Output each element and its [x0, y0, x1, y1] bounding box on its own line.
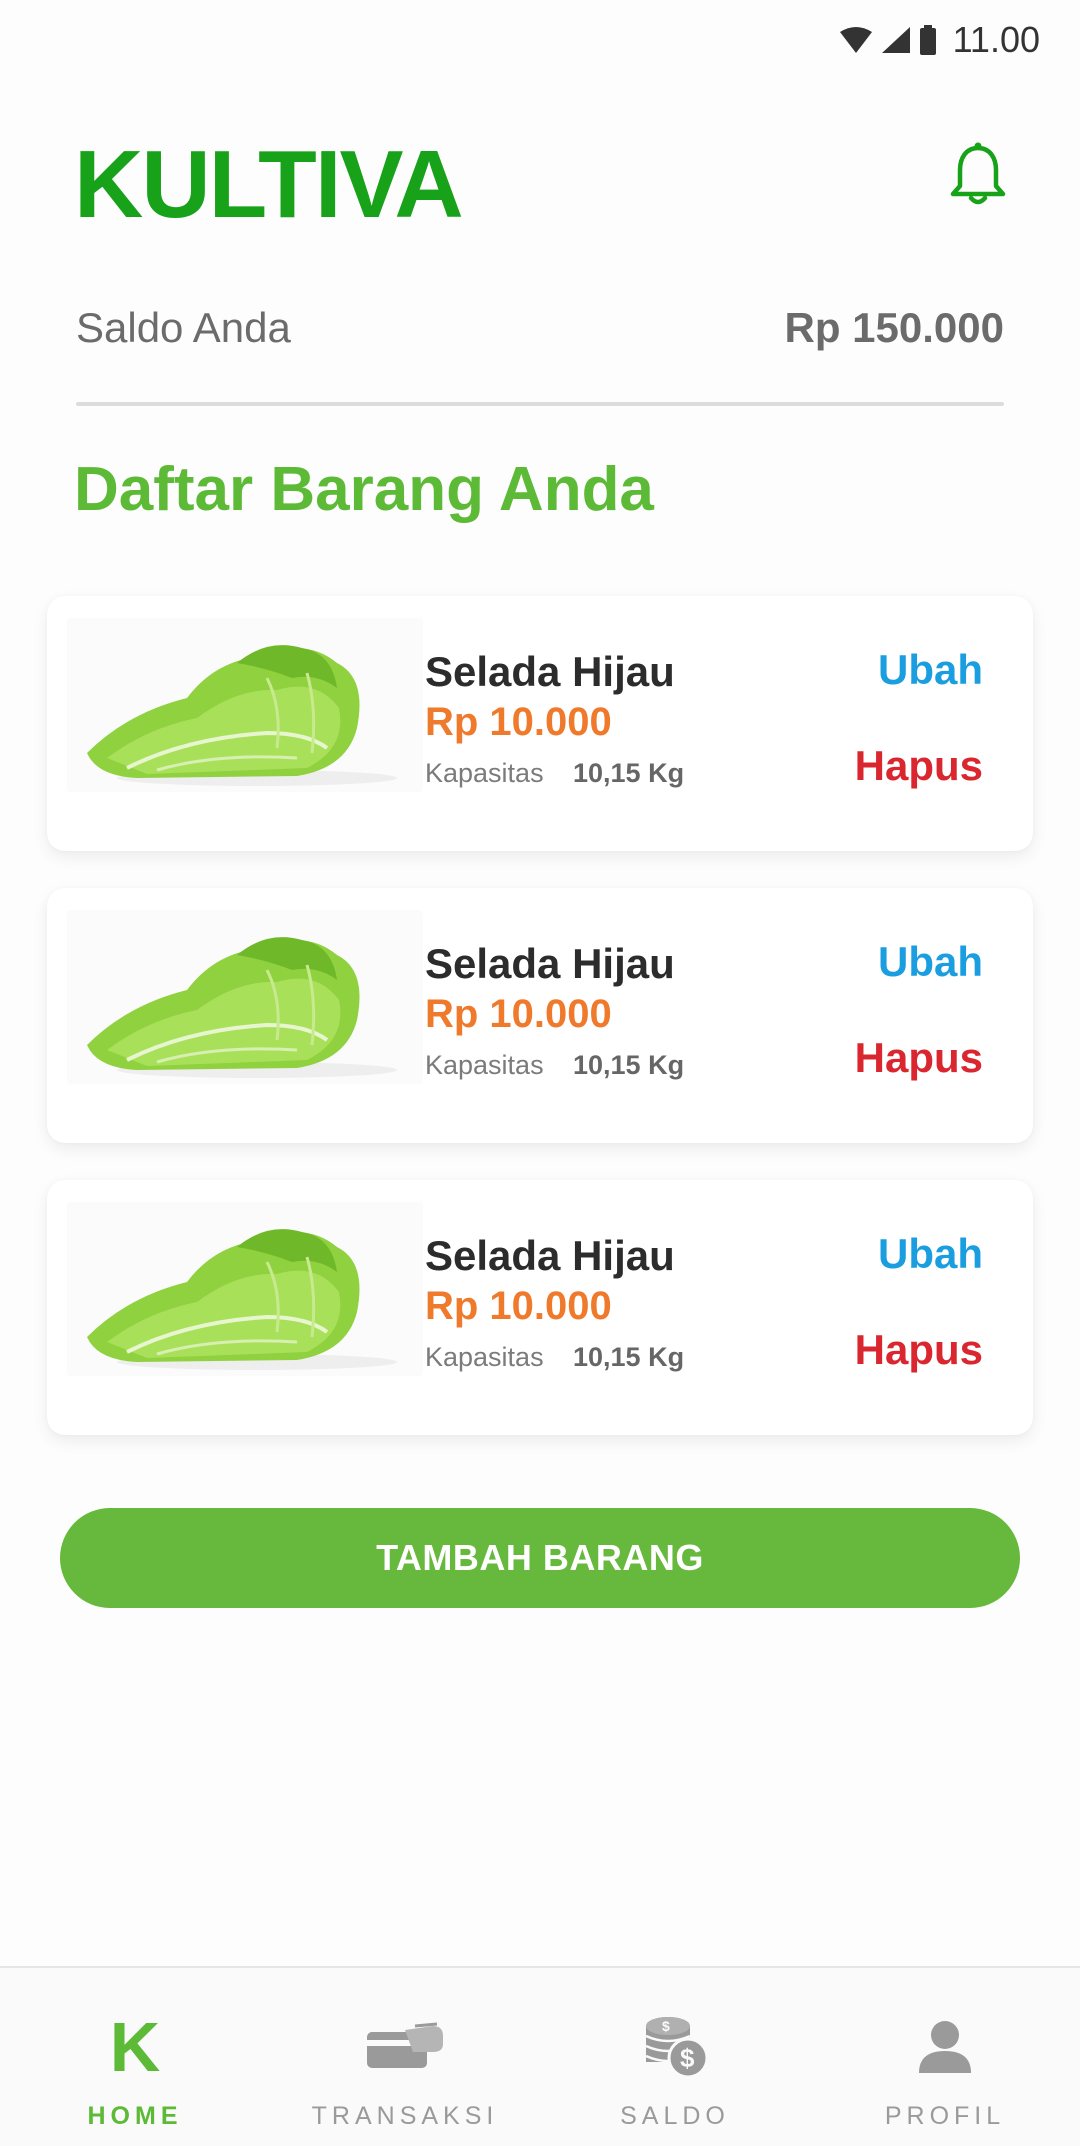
- capacity-label: Kapasitas: [425, 1342, 544, 1372]
- capacity-label: Kapasitas: [425, 758, 544, 788]
- product-name: Selada Hijau: [425, 1232, 675, 1279]
- capacity-value: 10,15 Kg: [573, 1050, 685, 1080]
- lettuce-image: [67, 910, 423, 1084]
- product-name: Selada Hijau: [425, 940, 675, 987]
- capacity-value: 10,15 Kg: [573, 1342, 685, 1372]
- k-logo-icon: K: [109, 2008, 161, 2086]
- product-card: Selada Hijau Rp 10.000 Kapasitas 10,15 K…: [47, 1180, 1033, 1435]
- nav-label: TRANSAKSI: [311, 2102, 499, 2130]
- lettuce-image: [67, 618, 423, 792]
- capacity-value: 10,15 Kg: [573, 758, 685, 788]
- wifi-icon: [839, 27, 872, 53]
- app-title: KULTIVA: [74, 131, 464, 238]
- delete-button[interactable]: Hapus: [855, 742, 983, 790]
- nav-label: HOME: [87, 2102, 183, 2130]
- wallet-icon: [365, 2012, 445, 2082]
- delete-button[interactable]: Hapus: [855, 1326, 983, 1374]
- product-card: Selada Hijau Rp 10.000 Kapasitas 10,15 K…: [47, 596, 1033, 851]
- bell-icon[interactable]: [948, 142, 1008, 208]
- nav-label: SALDO: [620, 2102, 730, 2130]
- status-bar: 11.00: [0, 0, 1080, 80]
- nav-item-saldo[interactable]: $ $ SALDO: [540, 1968, 810, 2146]
- edit-button[interactable]: Ubah: [878, 938, 983, 986]
- nav-label: PROFIL: [884, 2102, 1006, 2130]
- nav-item-profil[interactable]: PROFIL: [810, 1968, 1080, 2146]
- divider: [76, 402, 1004, 406]
- battery-icon: [919, 25, 936, 55]
- product-name: Selada Hijau: [425, 648, 675, 695]
- edit-button[interactable]: Ubah: [878, 1230, 983, 1278]
- add-item-button[interactable]: TAMBAH BARANG: [60, 1508, 1020, 1608]
- product-price: Rp 10.000: [425, 700, 612, 744]
- nav-item-transaksi[interactable]: TRANSAKSI: [270, 1968, 540, 2146]
- product-price: Rp 10.000: [425, 992, 612, 1036]
- delete-button[interactable]: Hapus: [855, 1034, 983, 1082]
- nav-item-home[interactable]: K HOME: [0, 1968, 270, 2146]
- bottom-nav: K HOME TRANSAKSI $ $ SALDO PROFIL: [0, 1966, 1080, 2146]
- product-price: Rp 10.000: [425, 1284, 612, 1328]
- capacity-label: Kapasitas: [425, 1050, 544, 1080]
- user-icon: [905, 2012, 985, 2082]
- section-title: Daftar Barang Anda: [74, 455, 654, 524]
- balance-value: Rp 150.000: [784, 304, 1004, 351]
- balance-label: Saldo Anda: [76, 304, 291, 351]
- edit-button[interactable]: Ubah: [878, 646, 983, 694]
- signal-icon: [881, 27, 910, 53]
- svg-text:$: $: [662, 2018, 670, 2034]
- coins-icon: $ $: [635, 2012, 715, 2082]
- status-icons: 11.00: [839, 18, 1040, 62]
- status-time: 11.00: [952, 19, 1040, 60]
- lettuce-image: [67, 1202, 423, 1376]
- svg-text:$: $: [680, 2043, 695, 2073]
- product-card: Selada Hijau Rp 10.000 Kapasitas 10,15 K…: [47, 888, 1033, 1143]
